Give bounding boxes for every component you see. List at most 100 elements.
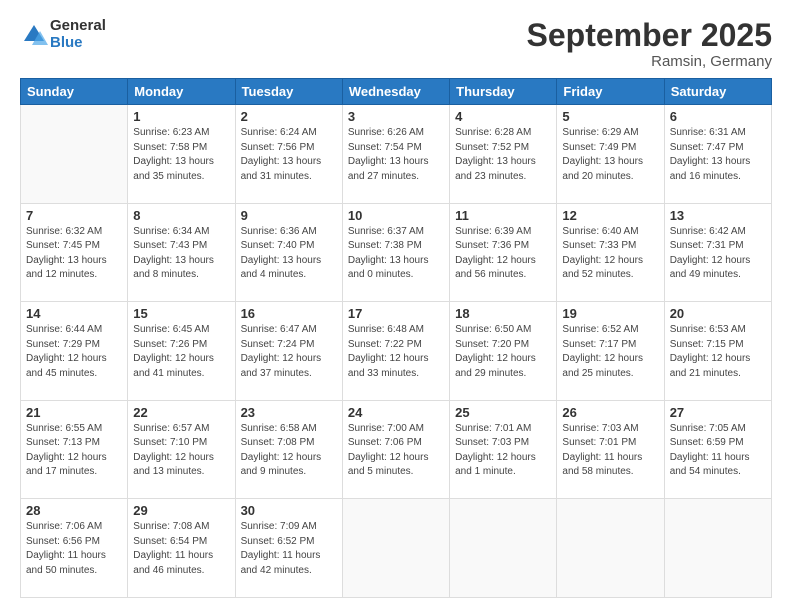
day-info: Sunrise: 7:08 AM Sunset: 6:54 PM Dayligh… bbox=[133, 520, 229, 578]
calendar-cell: 13 Sunrise: 6:42 AM Sunset: 7:31 PM Dayli… bbox=[664, 203, 771, 302]
day-number: 11 bbox=[455, 208, 551, 223]
calendar-cell: 8Sunrise: 6:34 AM Sunset: 7:43 PM Daylig… bbox=[128, 203, 235, 302]
calendar-cell: 5 Sunrise: 6:29 AM Sunset: 7:49 PM Daylig… bbox=[557, 105, 664, 204]
day-info: Sunrise: 6:26 AM Sunset: 7:54 PM Dayligh… bbox=[348, 126, 444, 184]
day-number: 28 bbox=[26, 503, 122, 518]
day-header-wednesday: Wednesday bbox=[342, 79, 449, 105]
day-info: Sunrise: 7:09 AM Sunset: 6:52 PM Dayligh… bbox=[241, 520, 337, 578]
day-info: Sunrise: 6:52 AM Sunset: 7:17 PM Dayligh… bbox=[562, 323, 658, 381]
day-info: Sunrise: 6:32 AM Sunset: 7:45 PM Dayligh… bbox=[26, 225, 122, 283]
calendar-cell: 25Sunrise: 7:01 AM Sunset: 7:03 PM Dayli… bbox=[450, 400, 557, 499]
calendar-header-row: SundayMondayTuesdayWednesdayThursdayFrid… bbox=[21, 79, 772, 105]
day-info: Sunrise: 6:39 AM Sunset: 7:36 PM Dayligh… bbox=[455, 225, 551, 283]
calendar-cell bbox=[664, 499, 771, 598]
calendar-title: September 2025 bbox=[527, 18, 772, 53]
day-number: 22 bbox=[133, 405, 229, 420]
day-number: 10 bbox=[348, 208, 444, 223]
day-info: Sunrise: 7:00 AM Sunset: 7:06 PM Dayligh… bbox=[348, 422, 444, 480]
day-number: 21 bbox=[26, 405, 122, 420]
day-number: 20 bbox=[670, 306, 766, 321]
day-info: Sunrise: 6:23 AM Sunset: 7:58 PM Dayligh… bbox=[133, 126, 229, 184]
calendar-cell: 11 Sunrise: 6:39 AM Sunset: 7:36 PM Dayli… bbox=[450, 203, 557, 302]
day-info: Sunrise: 6:47 AM Sunset: 7:24 PM Dayligh… bbox=[241, 323, 337, 381]
day-info: Sunrise: 7:05 AM Sunset: 6:59 PM Dayligh… bbox=[670, 422, 766, 480]
day-header-sunday: Sunday bbox=[21, 79, 128, 105]
day-number: 23 bbox=[241, 405, 337, 420]
day-header-saturday: Saturday bbox=[664, 79, 771, 105]
day-number: 5 bbox=[562, 109, 658, 124]
day-number: 17 bbox=[348, 306, 444, 321]
calendar-cell: 4Sunrise: 6:28 AM Sunset: 7:52 PM Daylig… bbox=[450, 105, 557, 204]
calendar-cell: 7 Sunrise: 6:32 AM Sunset: 7:45 PM Daylig… bbox=[21, 203, 128, 302]
day-number: 13 bbox=[670, 208, 766, 223]
day-number: 12 bbox=[562, 208, 658, 223]
day-number: 4 bbox=[455, 109, 551, 124]
calendar-cell: 6Sunrise: 6:31 AM Sunset: 7:47 PM Daylig… bbox=[664, 105, 771, 204]
day-info: Sunrise: 6:29 AM Sunset: 7:49 PM Dayligh… bbox=[562, 126, 658, 184]
title-block: September 2025 Ramsin, Germany bbox=[527, 18, 772, 70]
calendar-cell: 2Sunrise: 6:24 AM Sunset: 7:56 PM Daylig… bbox=[235, 105, 342, 204]
calendar-table: SundayMondayTuesdayWednesdayThursdayFrid… bbox=[20, 78, 772, 598]
calendar-cell bbox=[21, 105, 128, 204]
day-info: Sunrise: 6:42 AM Sunset: 7:31 PM Dayligh… bbox=[670, 225, 766, 283]
calendar-cell: 29 Sunrise: 7:08 AM Sunset: 6:54 PM Dayli… bbox=[128, 499, 235, 598]
calendar-cell bbox=[557, 499, 664, 598]
calendar-cell: 9 Sunrise: 6:36 AM Sunset: 7:40 PM Daylig… bbox=[235, 203, 342, 302]
calendar-cell: 12 Sunrise: 6:40 AM Sunset: 7:33 PM Dayli… bbox=[557, 203, 664, 302]
day-number: 16 bbox=[241, 306, 337, 321]
day-info: Sunrise: 6:50 AM Sunset: 7:20 PM Dayligh… bbox=[455, 323, 551, 381]
calendar-week-row: 21 Sunrise: 6:55 AM Sunset: 7:13 PM Dayli… bbox=[21, 400, 772, 499]
day-number: 27 bbox=[670, 405, 766, 420]
logo-icon bbox=[20, 21, 48, 49]
calendar-cell: 15 Sunrise: 6:45 AM Sunset: 7:26 PM Dayli… bbox=[128, 302, 235, 401]
calendar-week-row: 14 Sunrise: 6:44 AM Sunset: 7:29 PM Dayli… bbox=[21, 302, 772, 401]
day-number: 30 bbox=[241, 503, 337, 518]
calendar-cell: 27 Sunrise: 7:05 AM Sunset: 6:59 PM Dayli… bbox=[664, 400, 771, 499]
calendar-cell: 17 Sunrise: 6:48 AM Sunset: 7:22 PM Dayli… bbox=[342, 302, 449, 401]
logo-text: General Blue bbox=[50, 18, 106, 51]
day-info: Sunrise: 6:31 AM Sunset: 7:47 PM Dayligh… bbox=[670, 126, 766, 184]
day-info: Sunrise: 7:03 AM Sunset: 7:01 PM Dayligh… bbox=[562, 422, 658, 480]
day-info: Sunrise: 6:36 AM Sunset: 7:40 PM Dayligh… bbox=[241, 225, 337, 283]
day-info: Sunrise: 6:34 AM Sunset: 7:43 PM Dayligh… bbox=[133, 225, 229, 283]
day-header-thursday: Thursday bbox=[450, 79, 557, 105]
calendar-cell: 23Sunrise: 6:58 AM Sunset: 7:08 PM Dayli… bbox=[235, 400, 342, 499]
day-number: 1 bbox=[133, 109, 229, 124]
calendar-cell: 22Sunrise: 6:57 AM Sunset: 7:10 PM Dayli… bbox=[128, 400, 235, 499]
day-header-tuesday: Tuesday bbox=[235, 79, 342, 105]
header: General Blue September 2025 Ramsin, Germ… bbox=[20, 18, 772, 70]
day-number: 7 bbox=[26, 208, 122, 223]
calendar-cell: 30 Sunrise: 7:09 AM Sunset: 6:52 PM Dayli… bbox=[235, 499, 342, 598]
calendar-subtitle: Ramsin, Germany bbox=[527, 53, 772, 70]
day-info: Sunrise: 7:01 AM Sunset: 7:03 PM Dayligh… bbox=[455, 422, 551, 480]
day-info: Sunrise: 6:24 AM Sunset: 7:56 PM Dayligh… bbox=[241, 126, 337, 184]
calendar-cell: 26 Sunrise: 7:03 AM Sunset: 7:01 PM Dayli… bbox=[557, 400, 664, 499]
day-info: Sunrise: 6:45 AM Sunset: 7:26 PM Dayligh… bbox=[133, 323, 229, 381]
calendar-week-row: 7 Sunrise: 6:32 AM Sunset: 7:45 PM Daylig… bbox=[21, 203, 772, 302]
calendar-cell: 14 Sunrise: 6:44 AM Sunset: 7:29 PM Dayli… bbox=[21, 302, 128, 401]
day-number: 15 bbox=[133, 306, 229, 321]
calendar-week-row: 1 Sunrise: 6:23 AM Sunset: 7:58 PM Daylig… bbox=[21, 105, 772, 204]
day-info: Sunrise: 6:44 AM Sunset: 7:29 PM Dayligh… bbox=[26, 323, 122, 381]
day-number: 24 bbox=[348, 405, 444, 420]
calendar-cell: 10Sunrise: 6:37 AM Sunset: 7:38 PM Dayli… bbox=[342, 203, 449, 302]
calendar-cell: 21 Sunrise: 6:55 AM Sunset: 7:13 PM Dayli… bbox=[21, 400, 128, 499]
day-number: 19 bbox=[562, 306, 658, 321]
logo-line2: Blue bbox=[50, 35, 106, 52]
calendar-cell: 3 Sunrise: 6:26 AM Sunset: 7:54 PM Daylig… bbox=[342, 105, 449, 204]
page: General Blue September 2025 Ramsin, Germ… bbox=[0, 0, 792, 612]
logo: General Blue bbox=[20, 18, 106, 51]
day-header-monday: Monday bbox=[128, 79, 235, 105]
day-number: 29 bbox=[133, 503, 229, 518]
calendar-cell: 24 Sunrise: 7:00 AM Sunset: 7:06 PM Dayli… bbox=[342, 400, 449, 499]
day-info: Sunrise: 6:55 AM Sunset: 7:13 PM Dayligh… bbox=[26, 422, 122, 480]
day-info: Sunrise: 6:40 AM Sunset: 7:33 PM Dayligh… bbox=[562, 225, 658, 283]
day-number: 14 bbox=[26, 306, 122, 321]
calendar-cell: 1 Sunrise: 6:23 AM Sunset: 7:58 PM Daylig… bbox=[128, 105, 235, 204]
logo-line1: General bbox=[50, 18, 106, 35]
calendar-cell bbox=[450, 499, 557, 598]
day-number: 3 bbox=[348, 109, 444, 124]
day-number: 9 bbox=[241, 208, 337, 223]
day-info: Sunrise: 6:48 AM Sunset: 7:22 PM Dayligh… bbox=[348, 323, 444, 381]
day-number: 26 bbox=[562, 405, 658, 420]
